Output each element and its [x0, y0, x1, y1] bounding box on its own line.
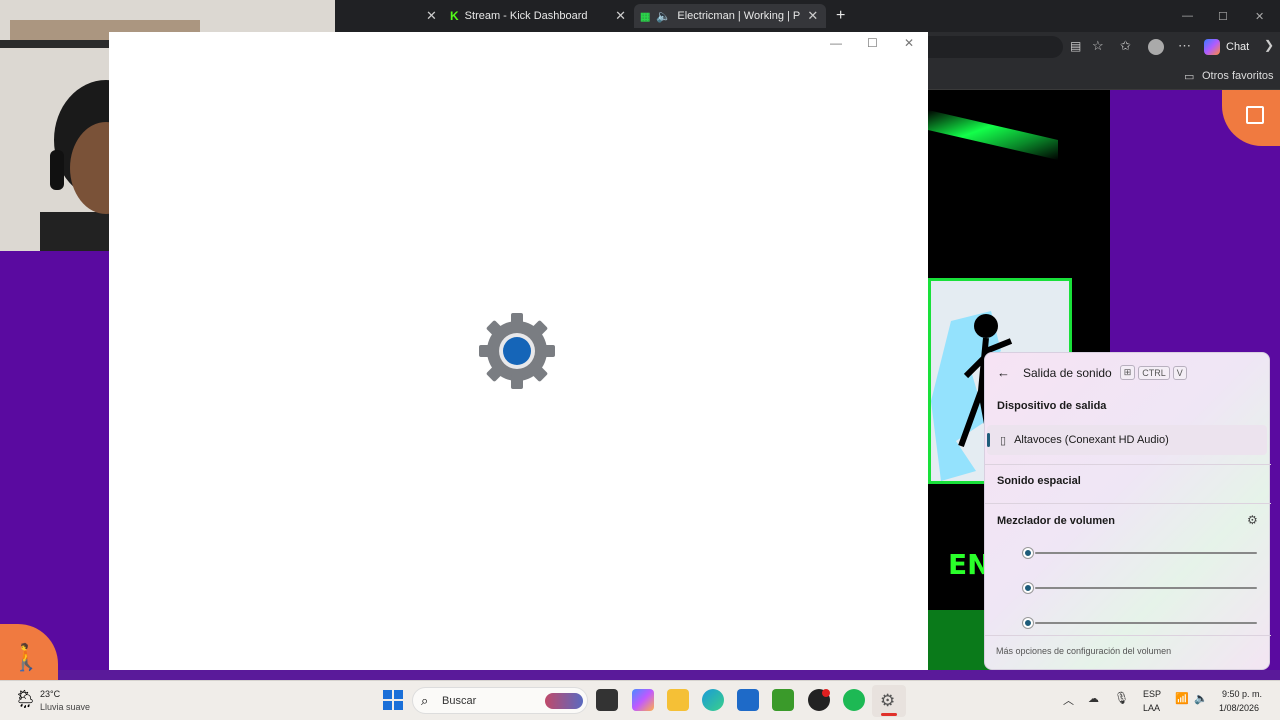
favorites-icon[interactable]: ✩: [1120, 38, 1131, 54]
spotify-icon[interactable]: [843, 689, 865, 711]
settings-gear-icon: ⚙: [880, 691, 896, 710]
file-explorer-icon[interactable]: [667, 689, 689, 711]
ctrl-key: CTRL: [1138, 365, 1170, 380]
browser-toolbar: ▤ ☆ ✩ ⋯ Chat ❯: [928, 32, 1280, 62]
output-device-heading: Dispositivo de salida: [997, 400, 1107, 412]
recording-badge: [822, 689, 830, 697]
address-bar[interactable]: [928, 36, 1063, 58]
volume-slider-track[interactable]: [1035, 552, 1257, 554]
selection-indicator: [987, 433, 990, 447]
mixer-settings-gear-icon[interactable]: ⚙: [1247, 513, 1258, 527]
chevron-up-icon[interactable]: ︿: [1063, 692, 1074, 708]
speaker-icon[interactable]: 🔈: [656, 9, 671, 23]
expand-icon: [1246, 106, 1264, 124]
other-favorites-button[interactable]: Otros favoritos: [1202, 70, 1274, 82]
tab-label: Stream - Kick Dashboard: [464, 10, 588, 22]
v-key: V: [1172, 365, 1187, 380]
clock-date[interactable]: 1/08/2026: [1219, 703, 1259, 713]
chevron-right-icon[interactable]: ❯: [1264, 38, 1274, 52]
folder-icon: ▭: [1184, 71, 1195, 83]
clock-time[interactable]: 9:50 p. m.: [1222, 689, 1262, 699]
chat-button[interactable]: Chat: [1226, 41, 1249, 53]
edge-browser-icon[interactable]: [702, 689, 724, 711]
volume-slider-knob[interactable]: [1023, 548, 1033, 558]
settings-taskbar-button[interactable]: ⚙: [872, 685, 906, 717]
start-button[interactable]: [383, 690, 403, 710]
search-icon: ⌕: [421, 693, 429, 708]
tab-close-button[interactable]: ✕: [807, 8, 818, 24]
speaker-device-icon: ▯: [1000, 434, 1007, 447]
divider: [985, 464, 1271, 465]
copilot-icon[interactable]: [1204, 39, 1220, 55]
maximize-button[interactable]: ☐: [867, 36, 878, 50]
wifi-icon[interactable]: 📶: [1175, 692, 1189, 705]
tab-close-button[interactable]: ✕: [426, 4, 437, 28]
weather-rain-icon[interactable]: 🌦: [14, 689, 37, 710]
tab-electricman[interactable]: ▦ 🔈 Electricman | Working | Play It ✕: [634, 4, 826, 28]
taskbar: 🌦 23°C Lluvia suave ⌕ Buscar ⚙ ︿ ☁ 🎙 ESP…: [0, 680, 1280, 720]
volume-slider-knob[interactable]: [1023, 583, 1033, 593]
more-volume-options-link[interactable]: Más opciones de configuración del volume…: [996, 646, 1280, 656]
sound-output-flyout: ← Salida de sonido ⊞ CTRL V Dispositivo …: [984, 352, 1271, 670]
divider: [985, 635, 1271, 636]
browser-close-button[interactable]: ✕: [1255, 4, 1264, 28]
store-icon[interactable]: [737, 689, 759, 711]
settings-gear-icon: [477, 311, 557, 396]
volume-slider-track[interactable]: [1035, 622, 1257, 624]
profile-avatar[interactable]: [1148, 39, 1164, 55]
close-button[interactable]: ✕: [904, 36, 914, 50]
divider: [985, 503, 1271, 504]
active-indicator: [881, 713, 897, 716]
language-bottom[interactable]: LAA: [1143, 703, 1160, 713]
device-label: Altavoces (Conexant HD Audio): [1014, 434, 1169, 446]
task-view-icon[interactable]: [596, 689, 618, 711]
search-placeholder: Buscar: [442, 695, 477, 707]
taskbar-search-box[interactable]: ⌕ Buscar: [412, 687, 588, 714]
tab-kick-dashboard[interactable]: K Stream - Kick Dashboard ✕: [450, 4, 626, 28]
windows-key-icon: ⊞: [1119, 365, 1136, 380]
cloud-icon[interactable]: ☁: [1088, 692, 1099, 705]
flyout-title: Salida de sonido: [1023, 365, 1112, 380]
windows-logo-icon: [383, 690, 403, 710]
browser-maximize-button[interactable]: ☐: [1218, 4, 1228, 28]
browser-minimize-button[interactable]: —: [1182, 4, 1193, 28]
new-tab-button[interactable]: +: [836, 4, 845, 28]
weather-temp[interactable]: 23°C: [40, 689, 60, 699]
tab-label: Electricman | Working | Play It: [677, 10, 801, 22]
volume-icon[interactable]: 🔈: [1194, 692, 1208, 705]
microphone-icon[interactable]: 🎙: [1114, 691, 1129, 705]
volume-mixer-heading: Mezclador de volumen: [997, 515, 1115, 527]
spatial-sound-heading[interactable]: Sonido espacial: [997, 475, 1280, 487]
copilot-app-icon[interactable]: [632, 689, 654, 711]
reader-icon[interactable]: ▤: [1070, 39, 1081, 53]
tab-close-button[interactable]: ✕: [615, 8, 626, 24]
volume-slider-knob[interactable]: [1023, 618, 1033, 628]
search-highlight-icon: [545, 693, 583, 709]
favorite-star-icon[interactable]: ☆: [1092, 38, 1104, 54]
game-favicon-icon: ▦: [640, 10, 651, 23]
kick-icon: K: [450, 9, 459, 23]
back-arrow-icon[interactable]: ←: [997, 365, 1010, 380]
person-icon: 🚶: [10, 642, 43, 672]
minecraft-icon[interactable]: [772, 689, 794, 711]
minimize-button[interactable]: —: [830, 36, 842, 50]
language-top[interactable]: ESP: [1143, 689, 1161, 699]
device-list-item[interactable]: ▯ Altavoces (Conexant HD Audio): [987, 425, 1267, 455]
weather-desc[interactable]: Lluvia suave: [40, 702, 90, 712]
volume-slider-track[interactable]: [1035, 587, 1257, 589]
more-menu-icon[interactable]: ⋯: [1178, 38, 1191, 54]
favorites-bar: ▭ Otros favoritos: [928, 62, 1280, 90]
